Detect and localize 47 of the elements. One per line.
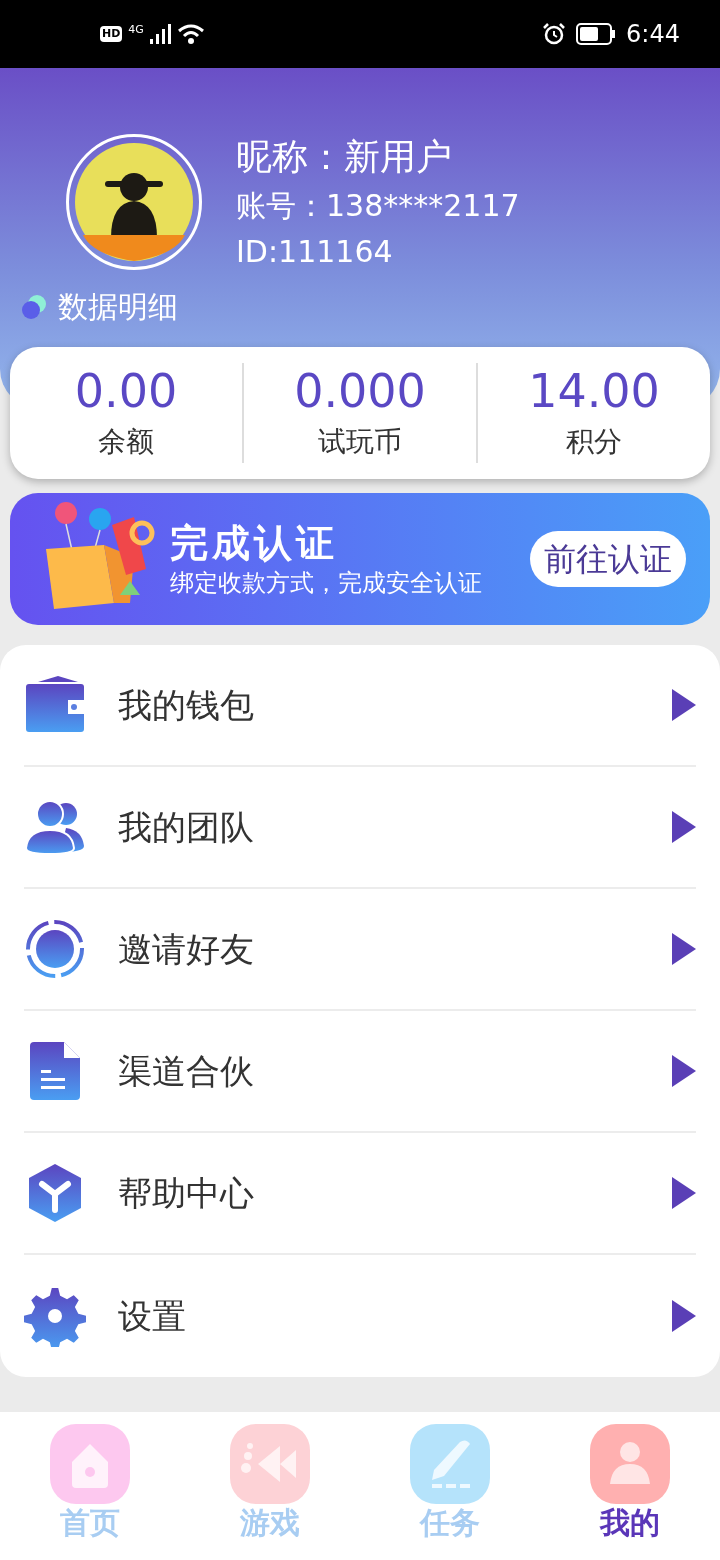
person-icon: [590, 1424, 670, 1504]
menu-item[interactable]: 设置: [24, 1255, 696, 1377]
avatar-icon: [75, 143, 193, 261]
stat-label: 积分: [566, 423, 622, 460]
menu-item[interactable]: 我的团队: [24, 767, 696, 889]
chevron-right-icon: [672, 689, 696, 721]
user-id: ID:111164: [236, 232, 394, 270]
verify-button[interactable]: 前往认证: [530, 531, 686, 587]
fish-icon: [230, 1424, 310, 1504]
account-number: 账号：138****2117: [236, 187, 520, 225]
stat-label: 余额: [98, 423, 154, 460]
stat-label: 试玩币: [318, 423, 402, 460]
menu-item[interactable]: 帮助中心: [24, 1133, 696, 1255]
menu-label: 邀请好友: [118, 927, 255, 971]
menu-item[interactable]: 我的钱包: [24, 645, 696, 767]
chevron-right-icon: [672, 933, 696, 965]
chevron-right-icon: [672, 1300, 696, 1332]
alarm-icon: [542, 22, 567, 46]
stat-value: 14.00: [528, 363, 660, 421]
menu-label: 帮助中心: [118, 1171, 255, 1215]
verification-banner[interactable]: 完成认证 绑定收款方式，完成安全认证 前往认证: [10, 493, 710, 625]
chevron-right-icon: [672, 1177, 696, 1209]
signal-icon: [149, 24, 172, 44]
home-icon: [50, 1424, 130, 1504]
target-icon: [24, 918, 86, 980]
settings-icon: [24, 1285, 86, 1347]
menu-label: 设置: [118, 1294, 187, 1338]
stat-value: 0.00: [74, 363, 178, 421]
menu-item[interactable]: 渠道合伙: [24, 1011, 696, 1133]
battery-icon: [576, 23, 617, 45]
network-type: 4G: [128, 24, 144, 35]
clock: 6:44: [626, 19, 680, 50]
menu-item[interactable]: 邀请好友: [24, 889, 696, 1011]
hd-badge: HD: [100, 25, 123, 43]
menu-label: 我的钱包: [118, 683, 255, 727]
wifi-icon: [177, 24, 204, 44]
chevron-right-icon: [672, 1055, 696, 1087]
stat-value: 0.000: [294, 363, 426, 421]
circles-icon: [20, 292, 48, 321]
banner-subtitle: 绑定收款方式，完成安全认证: [170, 567, 483, 598]
banner-title: 完成认证: [170, 520, 339, 568]
menu-label: 渠道合伙: [118, 1049, 255, 1093]
tab[interactable]: 我的: [540, 1424, 720, 1542]
nickname: 昵称：新用户: [236, 135, 453, 179]
menu-label: 我的团队: [118, 805, 255, 849]
chevron-right-icon: [672, 811, 696, 843]
pencil-icon: [410, 1424, 490, 1504]
